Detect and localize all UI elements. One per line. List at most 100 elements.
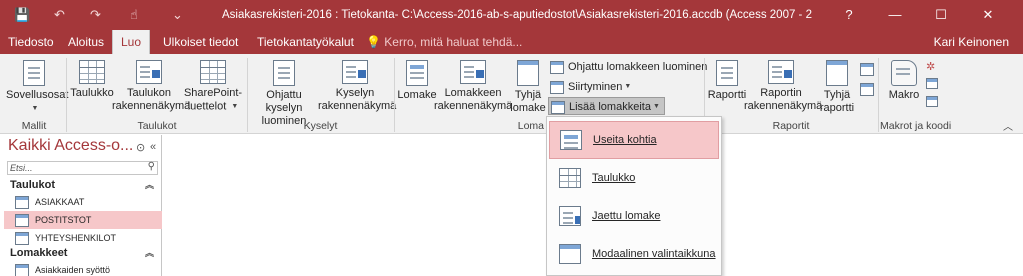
group-label-kyselyt: Kyselyt — [303, 120, 338, 132]
nav-item-label: YHTEYSHENKILOT — [35, 233, 117, 243]
split-form-icon — [559, 206, 581, 226]
tell-me-text: Kerro, mitä haluat tehdä... — [384, 35, 523, 49]
group-label-mallit: Mallit — [21, 120, 47, 132]
nav-item-label: Asiakkaiden syöttö — [35, 265, 111, 275]
taulukko-button[interactable]: Taulukko — [70, 60, 114, 100]
tab-tietokantatyokalut[interactable]: Tietokantatyökalut — [257, 30, 354, 54]
lomake-button[interactable]: Lomake — [396, 60, 438, 102]
save-icon[interactable]: 💾 — [14, 6, 30, 24]
ribbon: Sovellusosat ▼ Mallit Taulukko Taulukon … — [0, 54, 1023, 134]
minimize-button[interactable]: — — [872, 0, 918, 30]
menu-item-modaalinen-valintaikkuna[interactable]: Modaalinen valintaikkuna — [549, 236, 719, 274]
lomakkeen-rakenne-label-2: rakennenäkymä — [434, 100, 513, 112]
raportin-rakenne-label-2: rakennenäkymä — [744, 100, 823, 112]
sovellusosat-label: Sovellusosat — [6, 89, 69, 101]
menu-item-label: Modaalinen valintaikkuna — [592, 248, 716, 260]
group-separator — [247, 58, 248, 132]
menu-item-jaettu-lomake[interactable]: Jaettu lomake — [549, 198, 719, 236]
ribbon-display-options-button[interactable]: ? — [826, 0, 872, 30]
navigation-pane: Kaikki Access-o... ⊙ « Etsi... ⚲ Tauluko… — [4, 135, 162, 276]
raportin-rakennenakyma-button[interactable]: Raportin rakennenäkymä — [744, 60, 822, 113]
blank-form-icon — [517, 60, 539, 86]
lomakkeen-rakennenakyma-button[interactable]: Lomakkeen rakennenäkymä — [434, 60, 512, 113]
user-name[interactable]: Kari Keinonen — [934, 30, 1009, 54]
multiple-items-icon — [560, 130, 582, 150]
raportin-rakenne-label-1: Raportin — [760, 87, 802, 99]
raportti-button[interactable]: Raportti — [706, 60, 748, 102]
group-label-makrot: Makrot ja koodi — [880, 120, 952, 132]
nav-group-taulukot[interactable]: Taulukot ︽ — [4, 177, 162, 193]
nav-group-lomakkeet[interactable]: Lomakkeet ︽ — [4, 245, 162, 261]
table-icon — [79, 60, 105, 84]
taulukon-rakennenakyma-button[interactable]: Taulukon rakennenäkymä — [112, 60, 190, 113]
ohjattu-kyselyn-luominen-button[interactable]: Ohjattu kyselyn luominen — [249, 60, 319, 128]
labels-icon[interactable] — [860, 83, 874, 96]
tyhja-lomake-label-2: lomake — [510, 102, 546, 114]
nav-pane-menu-icon[interactable]: ⊙ — [136, 141, 145, 154]
sovellusosat-button[interactable]: Sovellusosat ▼ — [6, 60, 68, 115]
ribbon-tabs: Tiedosto Aloitus Luo Ulkoiset tiedot Tie… — [0, 30, 1023, 55]
kyselyn-rakennenakyma-button[interactable]: Kyselyn rakennenäkymä — [318, 60, 396, 113]
group-label-lomakkeet: Loma — [517, 120, 544, 132]
form-design-icon — [460, 60, 486, 84]
ohjattu-lomake-label: Ohjattu lomakkeen luominen — [568, 61, 708, 73]
more-forms-dropdown: Useita kohtia Taulukko Jaettu lomake Mod… — [546, 116, 722, 276]
lightbulb-icon: 💡 — [366, 35, 381, 49]
undo-icon[interactable]: ↶ — [54, 6, 65, 24]
nav-search-input[interactable]: Etsi... ⚲ — [7, 161, 158, 175]
class-module-icon[interactable] — [926, 78, 938, 89]
menu-item-label: Useita kohtia — [593, 134, 657, 146]
nav-pane-title[interactable]: Kaikki Access-o... — [8, 137, 133, 155]
table-design-icon — [136, 60, 162, 84]
tab-luo[interactable]: Luo — [112, 30, 150, 55]
chevron-down-icon: ▼ — [652, 103, 660, 111]
nav-item-asiakkaiden-syotto[interactable]: Asiakkaiden syöttö — [4, 261, 162, 276]
taulukon-rakennenakyma-label-2: rakennenäkymä — [112, 100, 191, 112]
makro-label: Makro — [888, 89, 920, 101]
nav-item-asiakkaat[interactable]: ASIAKKAAT — [4, 193, 162, 211]
nav-search-placeholder: Etsi... — [10, 163, 33, 173]
chevron-down-icon: ▼ — [31, 105, 39, 112]
redo-icon[interactable]: ↷ — [90, 6, 101, 24]
nav-pane-collapse-icon[interactable]: « — [150, 141, 156, 153]
query-wizard-icon — [273, 60, 295, 86]
group-label-taulukot: Taulukot — [137, 120, 177, 132]
close-button[interactable]: ✕ — [965, 0, 1011, 30]
makro-button[interactable]: Makro — [884, 60, 924, 102]
nav-item-label: ASIAKKAAT — [35, 197, 85, 207]
tell-me-box[interactable]: 💡 Kerro, mitä haluat tehdä... — [366, 30, 522, 54]
form-icon — [406, 60, 428, 86]
sharepoint-label-1: SharePoint- — [183, 87, 243, 99]
tyhja-lomake-button[interactable]: Tyhjä lomake — [510, 60, 546, 115]
siirtyminen-label: Siirtyminen — [568, 81, 623, 93]
customize-quick-access-icon[interactable]: ⌄ — [172, 6, 183, 24]
collapse-ribbon-icon[interactable]: ︿ — [1003, 118, 1013, 133]
tyhja-raportti-button[interactable]: Tyhjä raportti — [818, 60, 856, 115]
siirtyminen-button[interactable]: Siirtyminen ▼ — [550, 78, 631, 96]
nav-group-label: Lomakkeet — [10, 247, 68, 259]
blank-report-icon — [826, 60, 848, 86]
maximize-button[interactable]: ☐ — [918, 0, 964, 30]
taulukko-label: Taulukko — [70, 87, 114, 99]
touch-mode-icon[interactable]: ☝ — [130, 6, 138, 24]
menu-item-useita-kohtia[interactable]: Useita kohtia — [549, 121, 719, 159]
group-separator — [66, 58, 67, 132]
ohjattu-lomakkeen-luominen-button[interactable]: Ohjattu lomakkeen luominen — [550, 58, 707, 76]
visual-basic-icon[interactable] — [926, 96, 938, 107]
sharepoint-list-icon — [200, 60, 226, 84]
nav-group-label: Taulukot — [10, 179, 56, 191]
window-title: Asiakasrekisteri-2016 : Tietokanta- C:\A… — [222, 9, 812, 21]
tyhja-raportti-label-1: Tyhjä — [823, 89, 851, 101]
tab-ulkoiset-tiedot[interactable]: Ulkoiset tiedot — [163, 30, 238, 54]
nav-item-label: POSTITSTOT — [35, 215, 92, 225]
tab-tiedosto[interactable]: Tiedosto — [8, 30, 54, 54]
navigation-form-icon — [550, 80, 564, 94]
nav-item-postitstot[interactable]: POSTITSTOT — [4, 211, 162, 229]
module-icon[interactable]: ✲ — [926, 60, 935, 73]
menu-item-taulukko[interactable]: Taulukko — [549, 160, 719, 198]
report-wizard-icon[interactable] — [860, 63, 874, 76]
sharepoint-luettelot-button[interactable]: SharePoint- luettelot ▼ — [182, 60, 244, 113]
lomake-label: Lomake — [397, 89, 437, 101]
tab-aloitus[interactable]: Aloitus — [68, 30, 104, 54]
lisaa-lomakkeita-button[interactable]: Lisää lomakkeita ▼ — [548, 97, 665, 115]
